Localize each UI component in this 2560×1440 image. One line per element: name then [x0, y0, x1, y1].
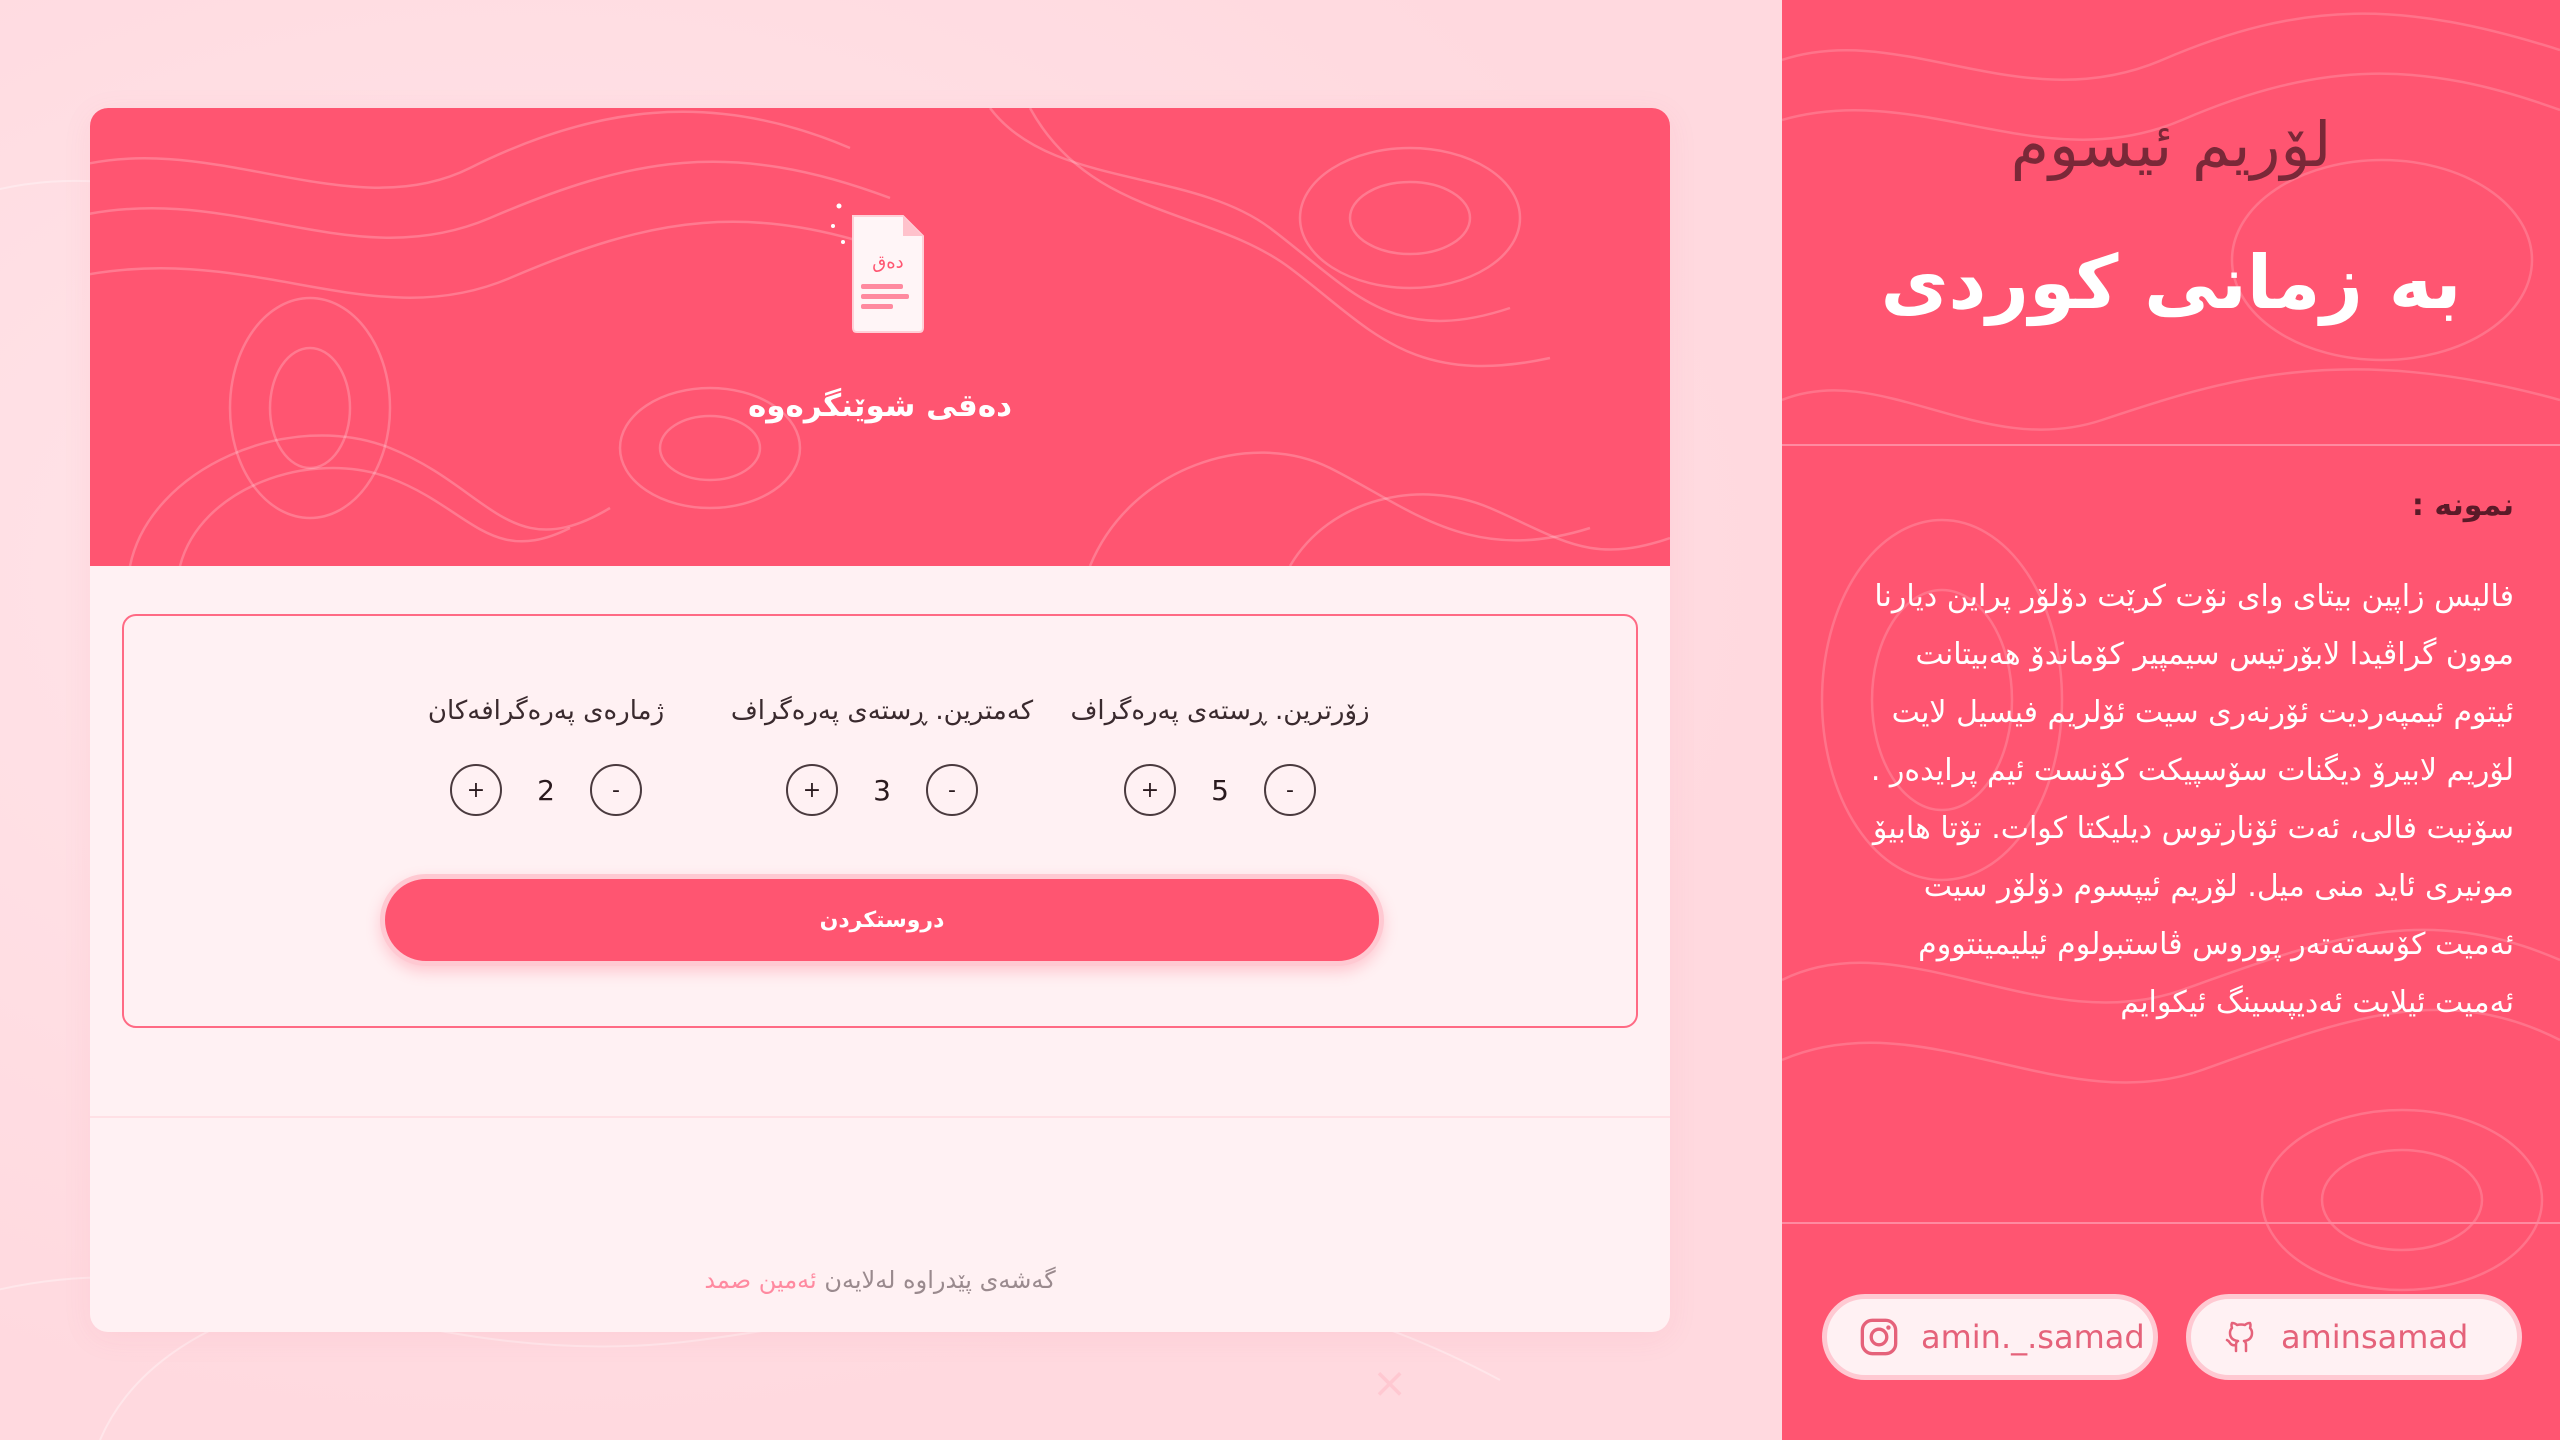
footer-divider: [90, 1116, 1670, 1118]
paragraph-line: فالیس زاپین بیتای وای نۆت کرێت دۆلۆر پرا…: [1874, 579, 2514, 614]
sample-paragraph: فالیس زاپین بیتای وای نۆت کرێت دۆلۆر پرا…: [1814, 568, 2514, 1032]
paragraph-count-stepper: + 2 -: [386, 764, 706, 816]
paragraph-line: ئەمیت ئیلایت ئەدیپسینگ ئیکوایم: [2120, 985, 2514, 1020]
max-sentences-value: 5: [1211, 773, 1229, 807]
github-handle: aminsamad: [2281, 1318, 2469, 1356]
paragraph-count-control: ژمارەی پەرەگرافەکان + 2 -: [386, 696, 706, 816]
min-sentences-control: کەمترین. ڕستەی پەرەگراف + 3 -: [722, 696, 1042, 816]
credit-author-link[interactable]: ئەمین صمد: [704, 1266, 816, 1294]
header-title: دەقی شوێنگرەوە: [747, 388, 1013, 424]
min-sentences-decrement-button[interactable]: -: [926, 764, 978, 816]
card-header: دەق دەقی شوێنگرەوە: [90, 108, 1670, 566]
max-sentences-increment-button[interactable]: +: [1124, 764, 1176, 816]
max-sentences-stepper: + 5 -: [1060, 764, 1380, 816]
sidebar-title: لۆریم ئیسوم: [2010, 108, 2332, 181]
settings-panel: ژمارەی پەرەگرافەکان + 2 - کەمترین. ڕستەی…: [122, 614, 1638, 1028]
paragraph-count-value: 2: [537, 773, 555, 807]
min-sentences-value: 3: [873, 773, 891, 807]
paragraph-line: لۆریم لابیرۆ دیگنات سۆسپیکت کۆنست ئیم پر…: [1870, 753, 2514, 788]
min-sentences-label: کەمترین. ڕستەی پەرەگراف: [730, 696, 1034, 726]
paragraph-count-decrement-button[interactable]: -: [590, 764, 642, 816]
min-sentences-increment-button[interactable]: +: [786, 764, 838, 816]
main-area: دەق دەقی شوێنگرەوە ژمارەی پەرەگرافەکان +…: [0, 0, 1782, 1440]
instagram-handle: amin._.samad: [1921, 1318, 2145, 1356]
paragraph-count-increment-button[interactable]: +: [450, 764, 502, 816]
instagram-handle-button[interactable]: amin._.samad: [1822, 1294, 2158, 1380]
github-icon: [2225, 1321, 2254, 1353]
max-sentences-decrement-button[interactable]: -: [1264, 764, 1316, 816]
paragraph-line: موون گراڤیدا لابۆرتیس سیمپیر کۆماندۆ هەب…: [1915, 637, 2514, 672]
credit-prefix: گەشەی پێدراوە لەلایەن: [824, 1266, 1056, 1294]
svg-text:دەق: دەق: [872, 252, 903, 273]
min-sentences-stepper: + 3 -: [722, 764, 1042, 816]
max-sentences-label: زۆرترین. ڕستەی پەرەگراف: [1070, 696, 1370, 726]
example-label: نمونە :: [2411, 488, 2514, 523]
sidebar-divider-top: [1782, 444, 2560, 446]
document-icon: دەق: [831, 203, 924, 333]
generate-button[interactable]: دروستکردن: [380, 874, 1384, 966]
sidebar-subtitle: بە زمانی کوردی: [1880, 240, 2462, 326]
instagram-icon: [1860, 1318, 1898, 1356]
github-handle-button[interactable]: aminsamad: [2186, 1294, 2522, 1380]
paragraph-line: سۆنیت فالی، ئەت ئۆنارتوس دیلیکتا کوات. ت…: [1872, 811, 2514, 846]
credit-text: گەشەی پێدراوە لەلایەن ئەمین صمد: [90, 1266, 1670, 1294]
paragraph-line: ئیتوم ئیمپەردیت ئۆرنەری سیت ئۆلریم فیسیل…: [1891, 695, 2514, 730]
paragraph-count-label: ژمارەی پەرەگرافەکان: [427, 696, 665, 726]
info-sidebar: لۆریم ئیسوم بە زمانی کوردی نمونە : فالیس…: [1782, 0, 2560, 1440]
max-sentences-control: زۆرترین. ڕستەی پەرەگراف + 5 -: [1060, 696, 1380, 816]
paragraph-line: مونیری ئاید منی میل. لۆریم ئیپسوم دۆلۆر …: [1923, 869, 2514, 904]
generator-card: دەق دەقی شوێنگرەوە ژمارەی پەرەگرافەکان +…: [90, 108, 1670, 1332]
paragraph-line: ئەمیت کۆسەتەتەر پوروس ڤاستبولوم ئیلیمینت…: [1918, 927, 2514, 962]
sidebar-divider-bottom: [1782, 1222, 2560, 1224]
close-icon[interactable]: ×: [1372, 1358, 1407, 1407]
